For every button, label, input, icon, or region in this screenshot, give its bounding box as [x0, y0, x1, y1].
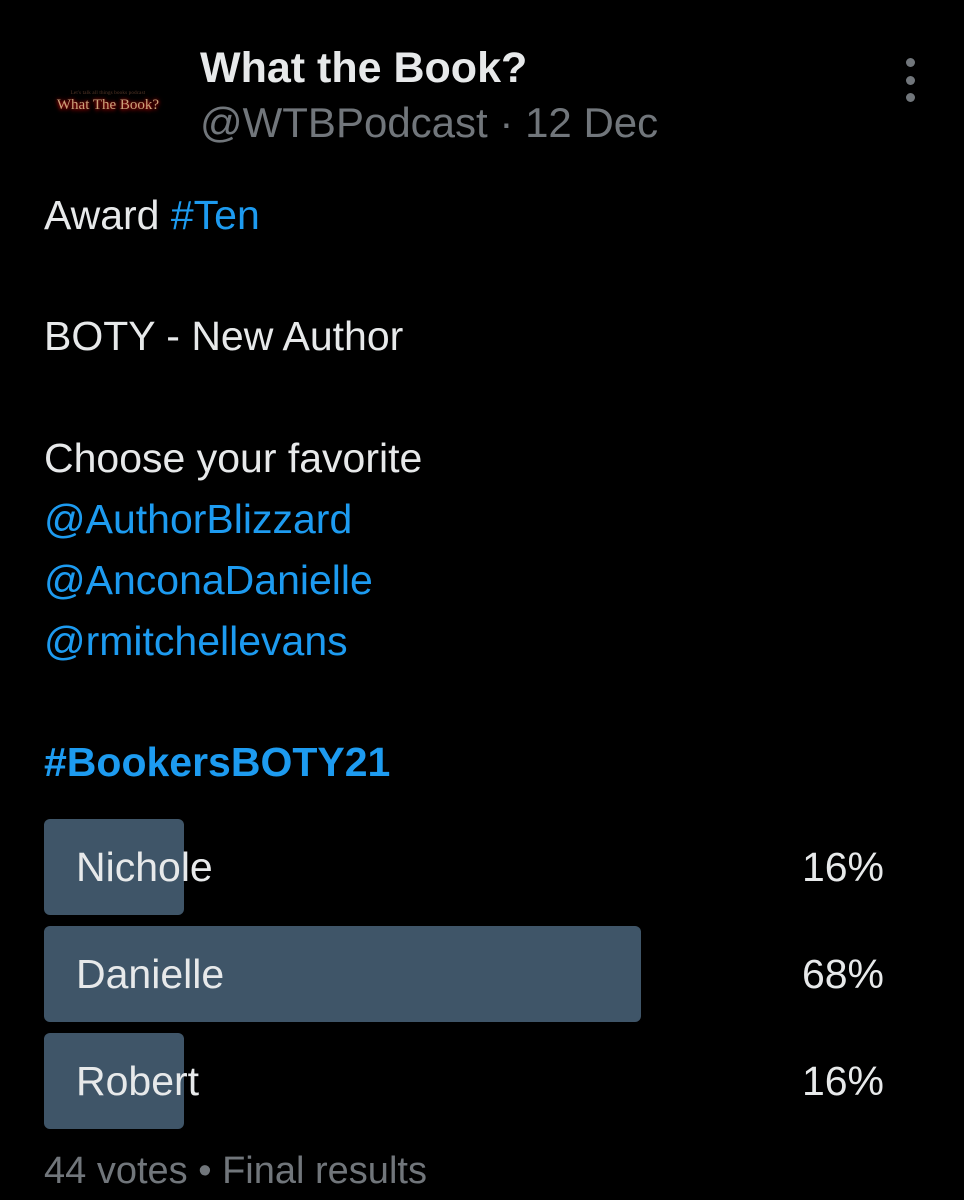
more-vertical-icon[interactable] [896, 58, 924, 102]
author-meta: @WTBPodcast · 12 Dec [200, 99, 658, 147]
hashtag-ten[interactable]: #Ten [171, 192, 260, 238]
poll-status: Final results [222, 1150, 427, 1192]
avatar[interactable]: Let's talk all things books podcast What… [44, 44, 172, 160]
tweet-line-prompt: Choose your favorite [44, 435, 423, 481]
tweet-date[interactable]: 12 Dec [525, 99, 658, 146]
mention-rmitchellevans[interactable]: @rmitchellevans [44, 618, 348, 665]
more-dot [905, 93, 915, 102]
hashtag-bookersboty21[interactable]: #BookersBOTY21 [44, 739, 390, 786]
poll-option-danielle: Danielle 68% [44, 926, 884, 1022]
poll-vote-count: 44 votes [44, 1150, 188, 1192]
poll-footer-dot: • [198, 1150, 212, 1192]
author-display-name[interactable]: What the Book? [200, 44, 527, 93]
mention-anconadanielle[interactable]: @AnconaDanielle [44, 557, 373, 604]
poll-option-label: Danielle [76, 951, 225, 997]
poll-option-nichole: Nichole 16% [44, 819, 884, 915]
poll-footer: 44 votes • Final results [44, 1150, 427, 1193]
poll-option-percent: 68% [801, 951, 884, 997]
poll-option-label: Nichole [76, 844, 213, 890]
author-handle[interactable]: @WTBPodcast [200, 99, 488, 146]
award-text: Award [44, 192, 171, 238]
poll-option-percent: 16% [801, 1058, 884, 1104]
avatar-logo: What The Book? [56, 96, 160, 113]
meta-separator: · [499, 99, 514, 146]
poll-option-robert: Robert 16% [44, 1033, 884, 1129]
tweet-line-award: Award #Ten [44, 192, 260, 239]
avatar-tagline: Let's talk all things books podcast [70, 90, 146, 96]
mention-authorblizzard[interactable]: @AuthorBlizzard [44, 496, 352, 543]
poll-option-percent: 16% [801, 844, 884, 890]
poll-option-label: Robert [76, 1058, 200, 1104]
more-dot [905, 75, 915, 85]
more-dot [905, 58, 915, 67]
tweet-line-category: BOTY - New Author [44, 313, 404, 359]
